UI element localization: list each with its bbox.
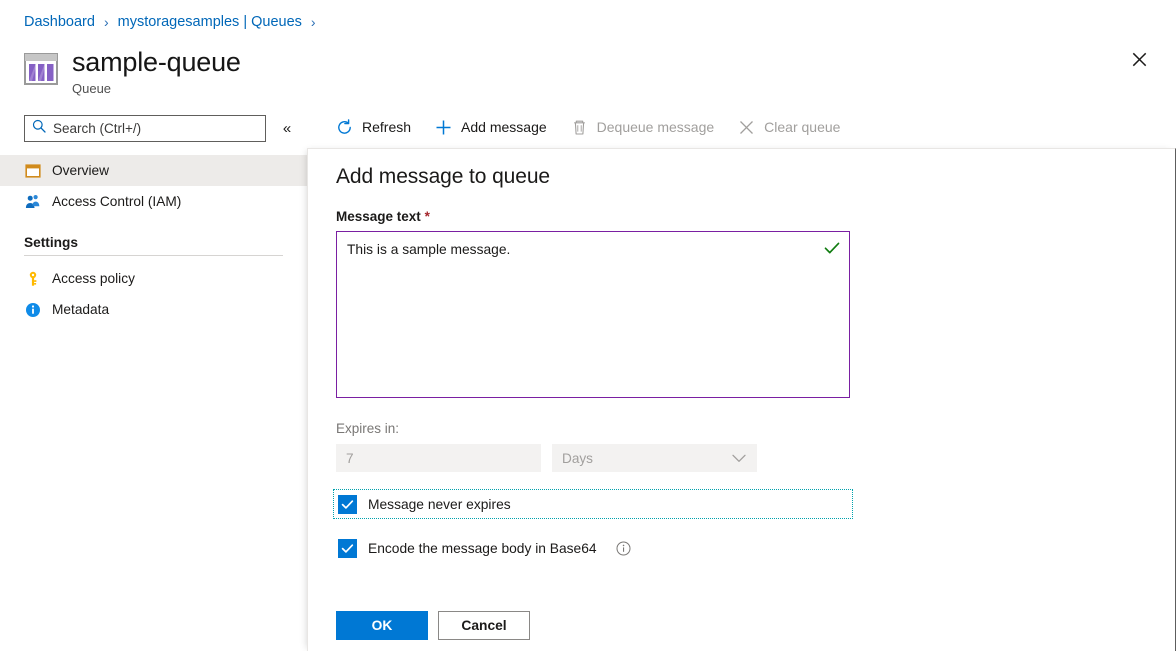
plus-icon — [434, 118, 453, 137]
message-text-field[interactable] — [336, 231, 850, 398]
dequeue-message-button[interactable]: Dequeue message — [567, 112, 726, 142]
cancel-button[interactable]: Cancel — [438, 611, 530, 640]
breadcrumb: Dashboard › mystoragesamples | Queues › — [24, 13, 316, 31]
dialog-actions: OK Cancel — [336, 611, 1156, 640]
add-message-form: Message text * Expires in: 7 Days — [333, 209, 1156, 640]
expires-unit-value: Days — [562, 450, 593, 466]
queue-icon — [24, 53, 58, 85]
sidebar-item-access-control[interactable]: Access Control (IAM) — [0, 186, 307, 217]
x-icon — [737, 118, 756, 137]
title-texts: sample-queue Queue — [72, 46, 241, 97]
page-subtitle: Queue — [72, 81, 112, 96]
search-input[interactable] — [53, 121, 258, 136]
sidebar-divider — [24, 255, 283, 256]
sidebar-group-settings-title: Settings — [24, 235, 78, 250]
breadcrumb-item-dashboard[interactable]: Dashboard — [24, 13, 95, 31]
message-text-input[interactable] — [337, 232, 849, 397]
sidebar-item-label: Access policy — [52, 271, 135, 286]
message-text-label-text: Message text — [336, 209, 421, 224]
sidebar-item-metadata[interactable]: Metadata — [0, 294, 307, 325]
sidebar-item-label: Access Control (IAM) — [52, 194, 182, 209]
chevron-down-icon — [732, 454, 746, 463]
sidebar: « Overview — [0, 110, 307, 651]
base64-checkbox-row[interactable]: Encode the message body in Base64 — [336, 536, 850, 560]
never-expires-checkbox-row[interactable]: Message never expires — [333, 489, 853, 519]
expires-amount-value: 7 — [346, 450, 354, 466]
search-icon — [32, 119, 46, 138]
dialog-title: Add message to queue — [336, 165, 550, 188]
refresh-button[interactable]: Refresh — [332, 112, 422, 142]
clear-queue-label: Clear queue — [764, 119, 841, 135]
sidebar-nav: Overview Access Control (IAM) Settings A… — [0, 155, 307, 325]
refresh-icon — [335, 118, 354, 137]
command-toolbar: Refresh Add message Dequeue message Clea… — [332, 110, 860, 144]
sidebar-item-access-policy[interactable]: Access policy — [0, 263, 307, 294]
close-button[interactable] — [1124, 46, 1154, 76]
required-marker: * — [424, 209, 430, 224]
never-expires-checkbox[interactable] — [338, 494, 357, 514]
add-message-dialog: Add message to queue Message text * Expi… — [307, 148, 1176, 651]
base64-checkbox[interactable] — [338, 538, 357, 558]
info-icon[interactable] — [616, 541, 631, 556]
overview-icon — [24, 162, 41, 179]
people-icon — [24, 193, 41, 210]
search-box[interactable] — [24, 115, 266, 142]
breadcrumb-item-queues[interactable]: mystoragesamples | Queues — [118, 13, 302, 31]
base64-label: Encode the message body in Base64 — [368, 540, 597, 556]
breadcrumb-separator-icon: › — [310, 14, 316, 30]
sidebar-search-row: « — [24, 115, 298, 142]
refresh-label: Refresh — [362, 119, 412, 135]
clear-queue-button[interactable]: Clear queue — [734, 112, 851, 142]
page-title: sample-queue — [72, 47, 241, 77]
trash-icon — [570, 118, 589, 137]
expires-unit-select[interactable]: Days — [552, 444, 757, 472]
sidebar-item-label: Metadata — [52, 302, 110, 317]
add-message-label: Add message — [461, 119, 547, 135]
sidebar-item-label: Overview — [52, 163, 110, 178]
info-circle-icon — [24, 301, 41, 318]
close-icon — [1132, 52, 1147, 70]
message-text-label: Message text * — [336, 209, 1156, 224]
dequeue-message-label: Dequeue message — [596, 119, 715, 135]
expires-in-row: 7 Days — [336, 444, 1156, 472]
page-header: sample-queue Queue — [24, 46, 241, 97]
collapse-sidebar-button[interactable]: « — [276, 118, 298, 140]
portal-root: Dashboard › mystoragesamples | Queues › … — [0, 0, 1176, 651]
ok-button[interactable]: OK — [336, 611, 428, 640]
add-message-button[interactable]: Add message — [431, 112, 558, 142]
expires-in-label: Expires in: — [336, 421, 400, 436]
breadcrumb-separator-icon: › — [103, 14, 109, 30]
key-icon — [24, 270, 41, 287]
sidebar-item-overview[interactable]: Overview — [0, 155, 307, 186]
expires-amount-input[interactable]: 7 — [336, 444, 541, 472]
never-expires-label: Message never expires — [368, 496, 511, 512]
